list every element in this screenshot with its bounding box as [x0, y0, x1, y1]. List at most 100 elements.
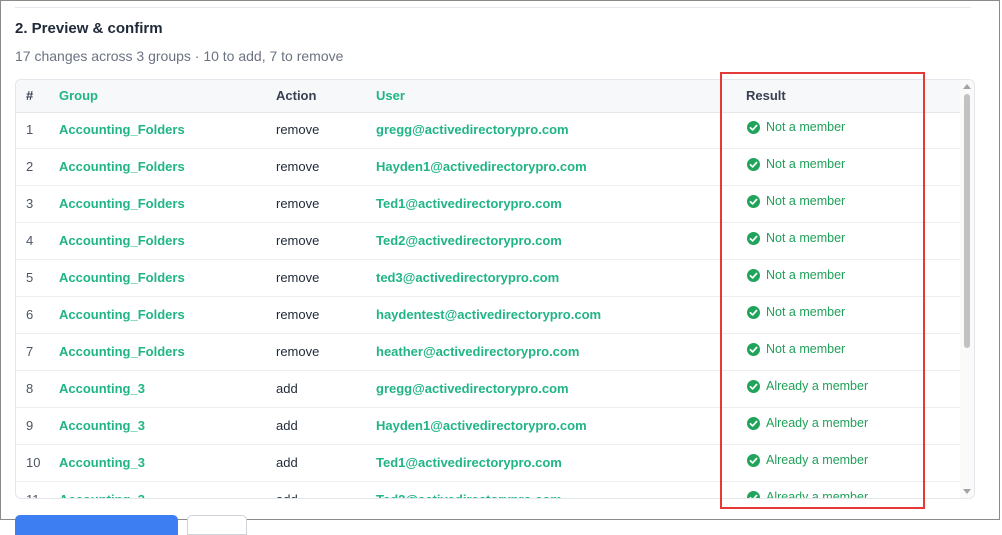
group-link[interactable]: Accounting_Folders [59, 270, 185, 285]
check-circle-icon [747, 342, 760, 356]
group-link[interactable]: Accounting_Folders [59, 307, 185, 322]
result-text: Already a member [766, 416, 869, 430]
group-link[interactable]: Accounting_Folders [59, 122, 185, 137]
result-status: Not a member [747, 194, 845, 208]
scroll-down-arrow-icon[interactable] [963, 489, 971, 494]
user-link[interactable]: Ted2@activedirectorypro.com [376, 233, 562, 248]
group-link[interactable]: Accounting_Folders [59, 233, 185, 248]
group-link[interactable]: Accounting_3 [59, 381, 145, 396]
confirm-button[interactable] [15, 515, 178, 535]
user-link[interactable]: gregg@activedirectorypro.com [376, 122, 569, 137]
result-status: Not a member [747, 231, 845, 245]
header-action[interactable]: Action [276, 88, 316, 103]
user-link[interactable]: ted3@activedirectorypro.com [376, 270, 559, 285]
action-text: remove [276, 196, 320, 211]
table-header: # Group Action User Result [16, 80, 960, 113]
group-link[interactable]: Accounting_3 [59, 418, 145, 433]
user-link[interactable]: Ted1@activedirectorypro.com [376, 455, 562, 470]
result-status: Already a member [747, 453, 868, 467]
result-status: Not a member [747, 157, 845, 171]
row-number: 3 [26, 196, 34, 211]
check-circle-icon [747, 120, 760, 134]
action-text: add [276, 455, 298, 470]
user-link[interactable]: Hayden1@activedirectorypro.com [376, 418, 587, 433]
row-number: 6 [26, 307, 34, 322]
user-link[interactable]: haydentest@activedirectorypro.com [376, 307, 601, 322]
result-text: Not a member [766, 231, 846, 245]
group-link[interactable]: Accounting_Folders [59, 196, 185, 211]
vertical-scrollbar[interactable] [960, 80, 974, 498]
user-link[interactable]: Ted1@activedirectorypro.com [376, 196, 562, 211]
group-link[interactable]: Accounting_Folders [59, 344, 185, 359]
group-link[interactable]: Accounting_3 [59, 492, 145, 498]
result-text: Not a member [766, 342, 846, 356]
row-number: 9 [26, 418, 34, 433]
row-number: 11 [26, 492, 40, 498]
action-text: add [276, 418, 298, 433]
result-status: Not a member [747, 268, 845, 282]
result-status: Already a member [747, 490, 869, 499]
scroll-up-arrow-icon[interactable] [963, 84, 971, 89]
change-summary: 17 changes across 3 groups · 10 to add, … [15, 48, 344, 64]
row-number: 10 [26, 455, 41, 470]
result-text: Already a member [766, 490, 869, 499]
table-row[interactable]: 11 Accounting_3 add Ted2@activedirectorypro… [16, 482, 960, 499]
check-circle-icon [747, 231, 760, 245]
user-link[interactable]: Hayden1@activedirectorypro.com [376, 159, 587, 174]
table-row[interactable]: 3 Accounting_Folders remove Ted1@activedire… [16, 186, 960, 223]
table-row[interactable]: 10 Accounting_3 add Ted1@activedirectorypro… [16, 445, 960, 482]
header-result[interactable]: Result [746, 88, 786, 103]
action-text: remove [276, 122, 320, 137]
action-text: add [276, 381, 298, 396]
app-frame: 2. Preview & confirm 17 changes across 3… [0, 0, 1000, 535]
check-circle-icon [747, 268, 760, 282]
table-row[interactable]: 7 Accounting_Folders remove heather@actived… [16, 334, 960, 371]
row-number: 2 [26, 159, 34, 174]
result-text: Not a member [766, 120, 846, 134]
row-number: 5 [26, 270, 34, 285]
result-text: Already a member [766, 453, 869, 467]
group-link[interactable]: Accounting_3 [59, 455, 145, 470]
check-circle-icon [747, 194, 760, 208]
back-button[interactable] [187, 515, 247, 535]
result-text: Not a member [766, 268, 846, 282]
table-row[interactable]: 9 Accounting_3 add Hayden1@activedirectoryp… [16, 408, 960, 445]
row-number: 8 [26, 381, 34, 396]
divider [15, 7, 971, 8]
table-row[interactable]: 5 Accounting_Folders remove ted3@activedire… [16, 260, 960, 297]
result-status: Already a member [747, 416, 868, 430]
action-text: remove [276, 233, 320, 248]
check-circle-icon [747, 416, 760, 430]
result-text: Already a member [766, 379, 869, 393]
preview-table: # Group Action User Result 1 Accounting_F… [15, 79, 975, 499]
header-number: # [26, 88, 34, 103]
row-number: 4 [26, 233, 34, 248]
check-circle-icon [747, 379, 760, 393]
result-text: Not a member [766, 305, 846, 319]
action-text: remove [276, 307, 320, 322]
row-number: 1 [26, 122, 34, 137]
action-text: add [276, 492, 298, 498]
row-number: 7 [26, 344, 34, 359]
section-title: 2. Preview & confirm [15, 20, 163, 37]
table-row[interactable]: 2 Accounting_Folders remove Hayden1@actived… [16, 149, 960, 186]
result-status: Not a member [747, 305, 845, 319]
table-row[interactable]: 4 Accounting_Folders remove Ted2@activedire… [16, 223, 960, 260]
user-link[interactable]: heather@activedirectorypro.com [376, 344, 579, 359]
result-text: Not a member [766, 157, 846, 171]
check-circle-icon [747, 453, 760, 467]
scroll-thumb[interactable] [964, 94, 970, 348]
header-group[interactable]: Group [59, 88, 98, 103]
result-status: Not a member [747, 342, 845, 356]
table-row[interactable]: 1 Accounting_Folders remove gregg@activedir… [16, 112, 960, 149]
table-row[interactable]: 8 Accounting_3 add gregg@activedirectorypro… [16, 371, 960, 408]
user-link[interactable]: Ted2@activedirectorypro.com [376, 492, 562, 498]
table-row[interactable]: 6 Accounting_Folders remove haydentest@acti… [16, 297, 960, 334]
header-user[interactable]: User [376, 88, 405, 103]
action-text: remove [276, 270, 320, 285]
action-text: remove [276, 344, 320, 359]
result-status: Already a member [747, 379, 868, 393]
table-body: 1 Accounting_Folders remove gregg@activedir… [16, 112, 960, 499]
group-link[interactable]: Accounting_Folders [59, 159, 185, 174]
user-link[interactable]: gregg@activedirectorypro.com [376, 381, 569, 396]
